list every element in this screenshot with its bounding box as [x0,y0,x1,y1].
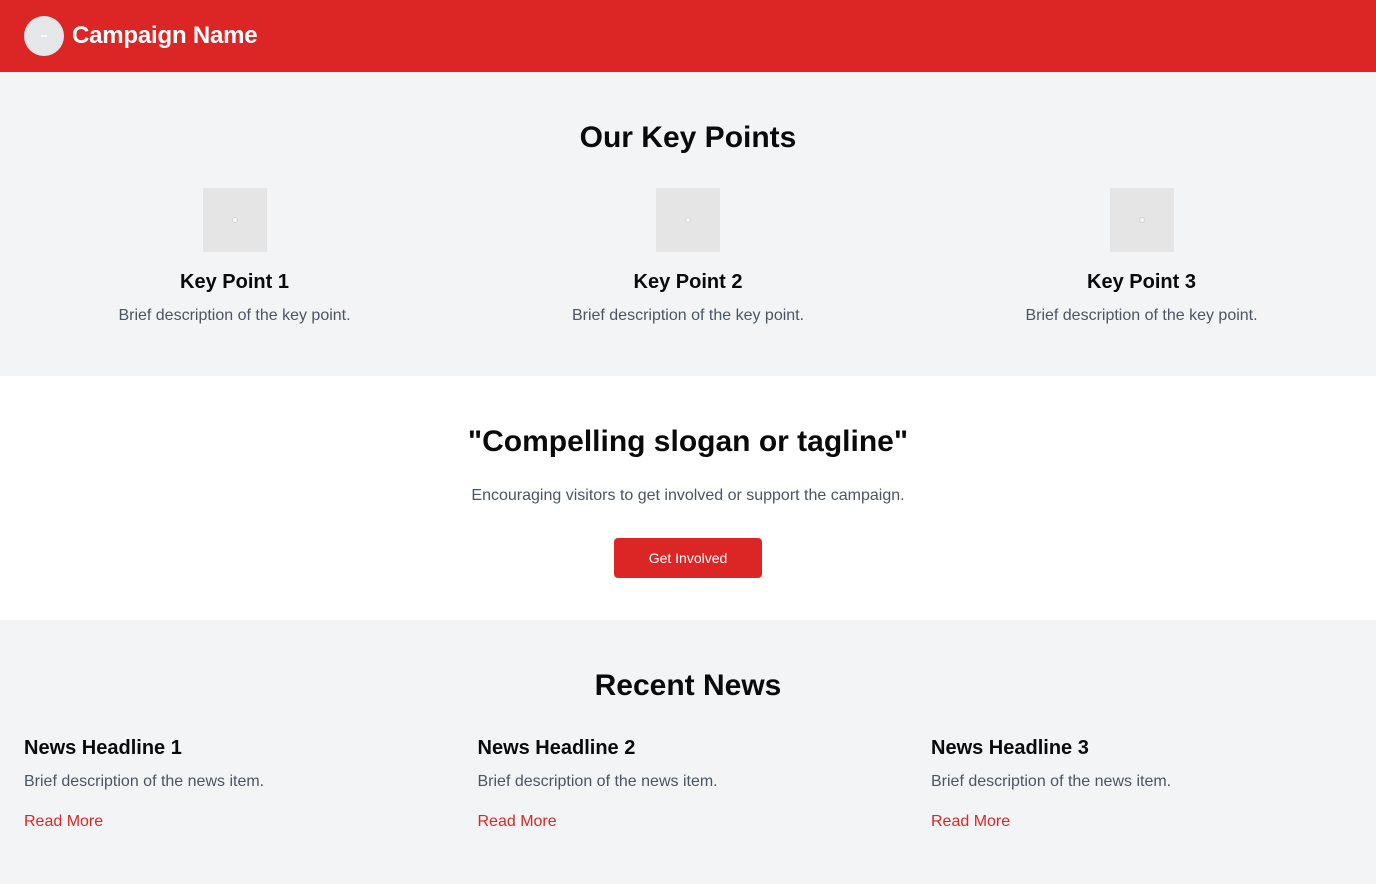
news-card: News Headline 1 Brief description of the… [24,736,445,834]
news-headline: News Headline 1 [24,737,182,759]
key-points-grid: Key Point 1 Brief description of the key… [0,188,1376,328]
image-placeholder-icon [202,188,267,252]
read-more-link[interactable]: Read More [478,810,557,834]
get-involved-button[interactable]: Get Involved [614,538,762,578]
key-points-title: Our Key Points [579,121,797,154]
news-description: Brief description of the news item. [931,773,1172,790]
news-headline: News Headline 2 [477,737,636,759]
news-card: News Headline 3 Brief description of the… [931,736,1352,834]
campaign-name[interactable]: Campaign Name [72,22,258,50]
key-point-description: Brief description of the key point. [1025,307,1258,324]
key-point-title: Key Point 1 [180,271,289,293]
news-description: Brief description of the news item. [24,773,265,790]
image-placeholder-icon [1109,188,1174,252]
read-more-link[interactable]: Read More [24,810,103,834]
key-point-card: Key Point 2 Brief description of the key… [478,188,899,328]
news-grid: News Headline 1 Brief description of the… [0,736,1376,834]
news-section: Recent News News Headline 1 Brief descri… [0,620,1376,884]
news-title: Recent News [594,669,782,702]
image-placeholder-icon [656,188,720,252]
key-point-card: Key Point 3 Brief description of the key… [931,188,1352,328]
news-description: Brief description of the news item. [477,773,718,790]
site-header: Campaign Name [0,0,1376,72]
key-point-title: Key Point 3 [1087,271,1196,293]
cta-subtitle: Encouraging visitors to get involved or … [471,487,905,504]
cta-slogan: "Compelling slogan or tagline" [467,425,909,458]
read-more-link[interactable]: Read More [931,810,1010,834]
key-point-description: Brief description of the key point. [118,307,351,324]
news-headline: News Headline 3 [931,737,1089,759]
key-point-description: Brief description of the key point. [571,307,805,324]
key-point-card: Key Point 1 Brief description of the key… [24,188,445,328]
news-card: News Headline 2 Brief description of the… [478,736,899,834]
cta-section: "Compelling slogan or tagline" Encouragi… [0,376,1376,620]
key-points-section: Our Key Points Key Point 1 Brief descrip… [0,72,1376,376]
logo-icon[interactable] [24,16,64,56]
key-point-title: Key Point 2 [633,271,743,293]
